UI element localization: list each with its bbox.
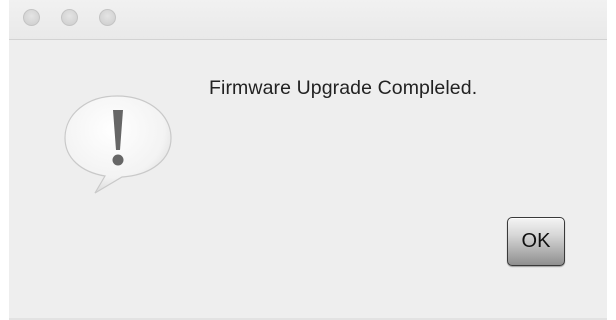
alert-message: Firmware Upgrade Compleled.	[209, 77, 478, 99]
minimize-window-button[interactable]	[61, 9, 78, 26]
title-bar	[9, 0, 607, 40]
exclamation-speech-bubble-icon	[64, 95, 172, 194]
zoom-window-button[interactable]	[99, 9, 116, 26]
ok-button[interactable]: OK	[507, 217, 565, 266]
close-window-button[interactable]	[23, 9, 40, 26]
alert-dialog: Firmware Upgrade Compleled. OK	[9, 0, 607, 320]
